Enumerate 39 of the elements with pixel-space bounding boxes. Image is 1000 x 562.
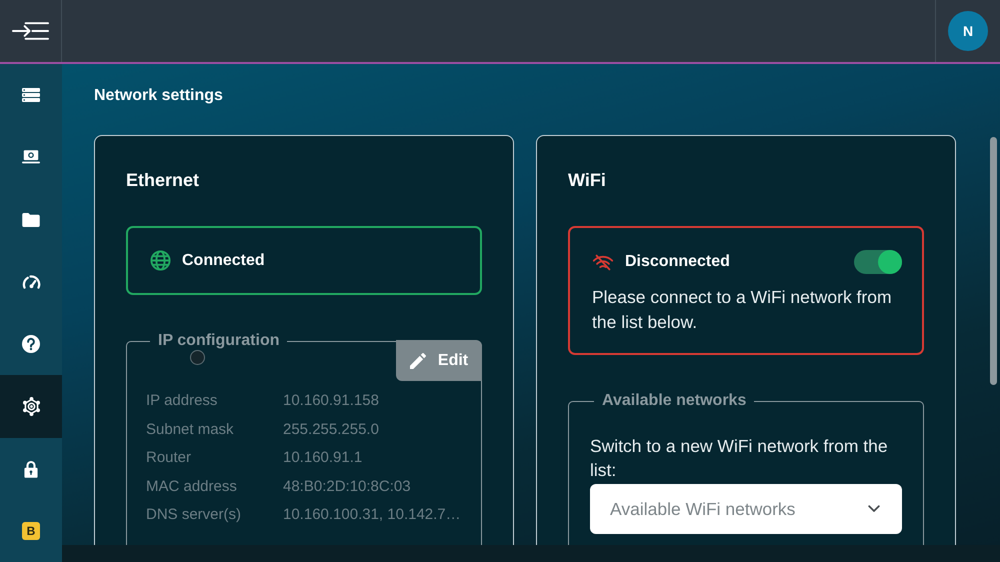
settings-icon: [22, 396, 40, 416]
folder-icon: [22, 212, 40, 227]
globe-icon: [150, 250, 171, 271]
letter-badge: B: [22, 522, 40, 540]
touch-point-icon: [190, 350, 205, 365]
page-title: Network settings: [94, 86, 224, 106]
menu-icon[interactable]: [12, 21, 49, 41]
laptop-icon: [22, 150, 40, 164]
card-title: WiFi: [568, 169, 607, 191]
card-title: Ethernet: [126, 169, 200, 191]
chevron-down-icon[interactable]: [868, 505, 880, 513]
scrollbar-thumb[interactable]: [990, 137, 997, 385]
field-label: IP address: [146, 391, 218, 411]
field-label: Router: [146, 448, 192, 468]
list-icon: [22, 88, 40, 102]
network-select[interactable]: Available WiFi networks: [590, 484, 902, 534]
help-icon: [22, 335, 40, 354]
field-value: 10.160.91.1: [283, 448, 364, 468]
field-value: 10.160.91.158: [283, 391, 380, 411]
nav-item[interactable]: B: [0, 500, 62, 562]
pencil-icon: [410, 352, 426, 368]
field-value: 48:B0:2D:10:8C:03: [283, 476, 412, 496]
wifi-off-icon: [592, 254, 614, 270]
group-legend: Available networks: [594, 393, 754, 409]
gauge-icon: [22, 274, 40, 289]
field-label: DNS server(s): [146, 505, 242, 525]
lock-icon: [24, 460, 38, 478]
group-legend: IP configuration: [150, 333, 288, 349]
avatar[interactable]: N: [948, 11, 988, 51]
status-label: Connected: [182, 252, 266, 270]
field-value: 10.160.100.31, 10.142.7…: [283, 505, 461, 525]
status-message: Please connect to a WiFi network from the list below.: [592, 286, 893, 334]
nav-item[interactable]: [0, 375, 62, 438]
instruction-text: Switch to a new WiFi network from the list:: [590, 435, 889, 482]
field-value: 255.255.255.0: [283, 420, 380, 440]
field-label: MAC address: [146, 476, 238, 496]
status-label: Disconnected: [625, 253, 731, 271]
field-label: Subnet mask: [146, 420, 235, 440]
wifi-toggle[interactable]: [854, 250, 902, 274]
